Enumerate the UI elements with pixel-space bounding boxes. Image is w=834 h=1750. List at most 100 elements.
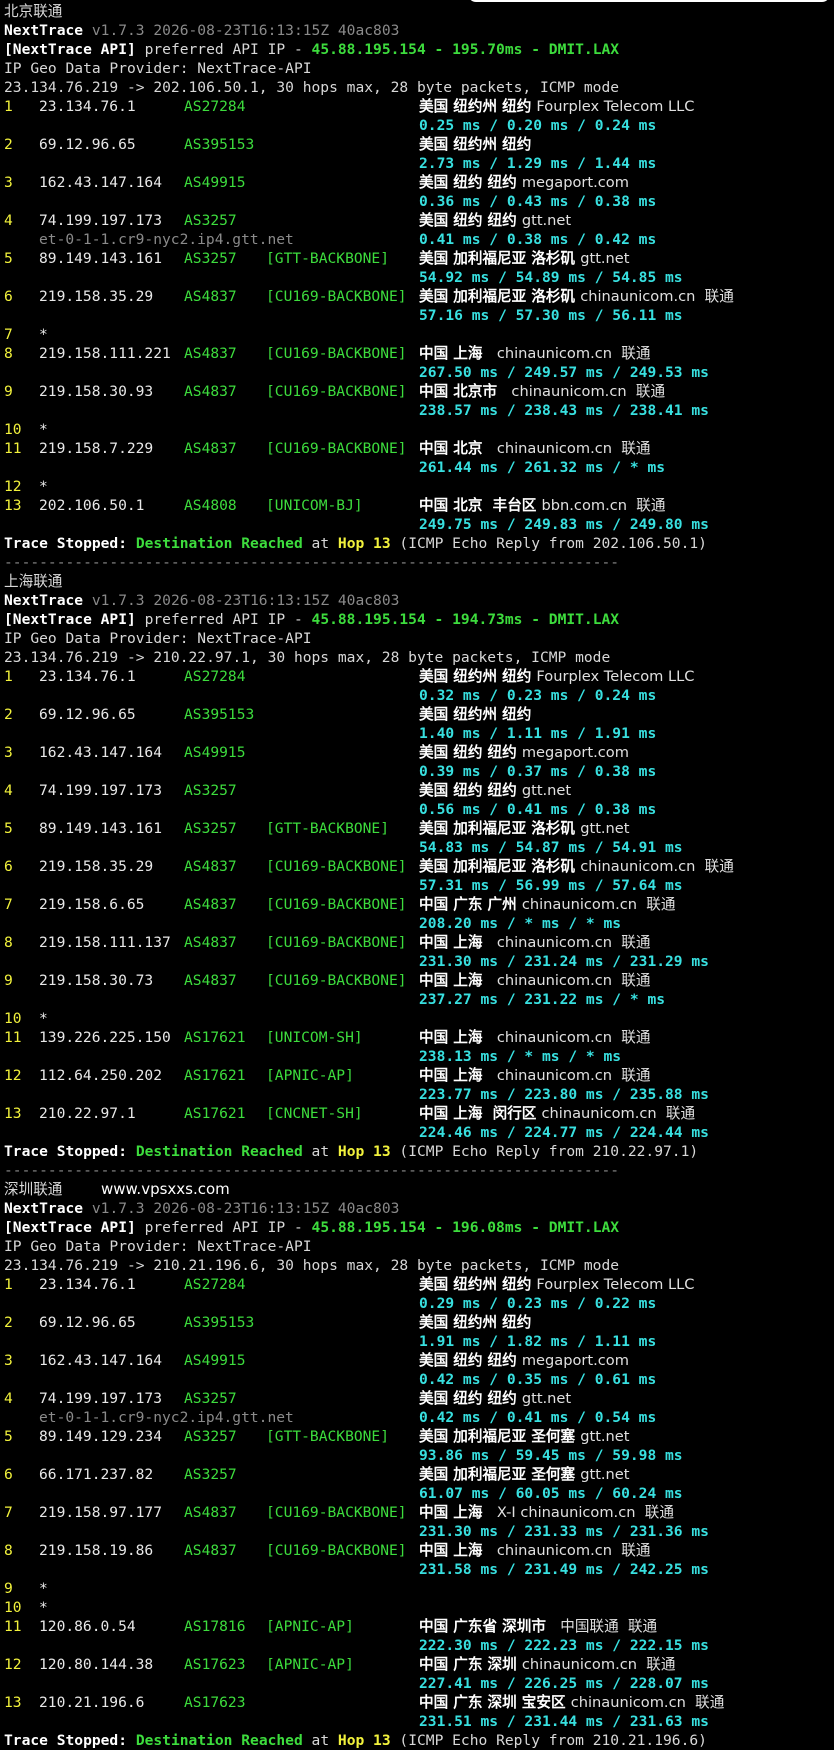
hop-row: 9 *	[4, 1579, 830, 1598]
hop-geo: 中国 广东 广州 chinaunicom.cn 联通	[419, 895, 675, 914]
hop-latency: 261.44 ms / 261.32 ms / * ms	[419, 459, 666, 476]
hop-detail-row: 231.30 ms / 231.24 ms / 231.29 ms	[4, 952, 830, 971]
hop-org: chinaunicom.cn 联通	[541, 1105, 696, 1122]
hop-row: 3 162.43.147.164 AS49915 美国 纽约 纽约 megaport.…	[4, 173, 830, 192]
app-name: NextTrace	[4, 1200, 84, 1217]
api-line: [NextTrace API] preferred API IP - 45.88…	[4, 1218, 830, 1237]
hop-number: 4	[4, 1390, 13, 1407]
hop-number: 5	[4, 820, 13, 837]
hop-ip: 89.149.143.161	[39, 820, 163, 837]
hop-latency: 223.77 ms / 223.80 ms / 235.88 ms	[419, 1086, 709, 1103]
hop-asn: AS17623	[184, 1656, 246, 1673]
hop-ip: 69.12.96.65	[39, 1314, 136, 1331]
hop-row: 5 89.149.143.161 AS3257 [GTT-BACKBONE] 美国 加利…	[4, 819, 830, 838]
hop-detail-row: 237.27 ms / 231.22 ms / * ms	[4, 990, 830, 1009]
hop-row: 2 69.12.96.65 AS395153 美国 纽约州 纽约	[4, 705, 830, 724]
version-text: v1.7.3 2026-08-23T16:13:15Z 40ac803	[91, 592, 400, 609]
watermark-text: www.vpsxxs.com	[101, 1180, 230, 1198]
hop-geo: 美国 纽约州 纽约 Fourplex Telecom LLC	[419, 1275, 695, 1294]
hop-row: 12 *	[4, 477, 830, 496]
hop-row: 8 219.158.111.221 AS4837 [CU169-BACKBONE] 中国…	[4, 344, 830, 363]
hop-detail-row: 208.20 ms / * ms / * ms	[4, 914, 830, 933]
hop-asn: AS4837	[184, 1542, 237, 1559]
hop-number: 1	[4, 98, 13, 115]
hop-geo-text: 美国 纽约州 纽约	[419, 98, 532, 115]
hop-geo-text: 中国 广东省 深圳市	[419, 1618, 546, 1635]
hop-org: Fourplex Telecom LLC	[536, 1276, 695, 1293]
hop-ip: 74.199.197.173	[39, 782, 163, 799]
hop-org: chinaunicom.cn 联通	[487, 345, 651, 362]
hop-latency: 231.30 ms / 231.24 ms / 231.29 ms	[419, 953, 709, 970]
hop-row: 10 *	[4, 1009, 830, 1028]
hop-ip: 23.134.76.1	[39, 1276, 136, 1293]
hop-geo-text: 美国 加利福尼亚 洛杉矶	[419, 250, 576, 267]
hop-geo-text: 美国 加利福尼亚 洛杉矶	[419, 858, 576, 875]
hop-row: 13 210.22.97.1 AS17621 [CNCNET-SH] 中国 上海 闵行区…	[4, 1104, 830, 1123]
hop-asn: AS3257	[184, 1466, 237, 1483]
hop-number: 9	[4, 383, 13, 400]
hop-asn: AS17621	[184, 1029, 246, 1046]
hop-org: chinaunicom.cn 联通	[487, 1067, 651, 1084]
hop-number: 11	[4, 440, 22, 457]
hop-latency: 0.41 ms / 0.38 ms / 0.42 ms	[419, 231, 657, 248]
section-separator: ----------------------------------------…	[4, 554, 620, 571]
hop-ip: *	[39, 421, 48, 438]
hop-org: chinaunicom.cn 联通	[487, 440, 651, 457]
trace-stopped-line: Trace Stopped: Destination Reached at Ho…	[4, 1731, 830, 1750]
api-ms: 196.08ms	[452, 1219, 523, 1236]
hop-number: 5	[4, 250, 13, 267]
destination-reached: Destination Reached	[135, 1143, 303, 1160]
hop-latency: 0.42 ms / 0.41 ms / 0.54 ms	[419, 1409, 657, 1426]
section-separator: ----------------------------------------…	[4, 1162, 620, 1179]
hop-geo: 美国 加利福尼亚 洛杉矶 gtt.net	[419, 249, 630, 268]
app-name: NextTrace	[4, 22, 84, 39]
trace-stopped-label: Trace Stopped:	[4, 535, 128, 552]
hop-row: 1 23.134.76.1 AS27284 美国 纽约州 纽约 Fourplex Te…	[4, 97, 830, 116]
hop-org: chinaunicom.cn 联通	[487, 972, 651, 989]
hop-detail-row: 224.46 ms / 224.77 ms / 224.44 ms	[4, 1123, 830, 1142]
hop-geo: 中国 上海 chinaunicom.cn 联通	[419, 344, 650, 363]
hop-asn: AS17623	[184, 1694, 246, 1711]
hop-asn: AS395153	[184, 136, 255, 153]
hop-ip: 219.158.35.29	[39, 858, 154, 875]
hop-geo: 美国 纽约 纽约 megaport.com	[419, 173, 629, 192]
api-text: preferred API IP -	[135, 41, 312, 58]
hop-asn: AS3257	[184, 820, 237, 837]
hop-row: 9 219.158.30.73 AS4837 [CU169-BACKBONE] 中国 上…	[4, 971, 830, 990]
hop-latency: 57.16 ms / 57.30 ms / 56.11 ms	[419, 307, 683, 324]
hop-row: 5 89.149.143.161 AS3257 [GTT-BACKBONE] 美国 加利…	[4, 249, 830, 268]
hop-geo-text: 美国 纽约州 纽约	[419, 1276, 532, 1293]
hop-org: Fourplex Telecom LLC	[536, 668, 695, 685]
hop-detail-row: 238.57 ms / 238.43 ms / 238.41 ms	[4, 401, 830, 420]
hop-number: 10	[4, 421, 22, 438]
hop-detail-row: 222.30 ms / 222.23 ms / 222.15 ms	[4, 1636, 830, 1655]
hop-row: 10 *	[4, 1598, 830, 1617]
stop-hop: Hop 13	[337, 1143, 391, 1160]
hop-row: 12 112.64.250.202 AS17621 [APNIC-AP] 中国 上海 c…	[4, 1066, 830, 1085]
hop-geo: 美国 纽约 纽约 gtt.net	[419, 1389, 571, 1408]
api-dash: -	[425, 1219, 453, 1236]
hop-geo: 美国 加利福尼亚 洛杉矶 chinaunicom.cn 联通	[419, 857, 734, 876]
hop-geo-text: 中国 广东 广州	[419, 896, 517, 913]
hop-number: 10	[4, 1010, 22, 1027]
hop-latency: 2.73 ms / 1.29 ms / 1.44 ms	[419, 155, 657, 172]
hop-number: 7	[4, 1504, 13, 1521]
hop-geo-text: 美国 纽约州 纽约	[419, 1314, 532, 1331]
hop-number: 12	[4, 1067, 22, 1084]
hop-asn: AS4837	[184, 972, 237, 989]
hop-detail-row: 93.86 ms / 59.45 ms / 59.98 ms	[4, 1446, 830, 1465]
stop-hop: Hop 13	[337, 535, 391, 552]
hop-number: 4	[4, 212, 13, 229]
hop-org: chinaunicom.cn 联通	[487, 1029, 651, 1046]
trace-info-line: 23.134.76.219 -> 202.106.50.1, 30 hops m…	[4, 79, 620, 96]
hop-latency: 231.51 ms / 231.44 ms / 231.63 ms	[419, 1713, 709, 1730]
hop-org: gtt.net	[580, 250, 630, 267]
hop-detail-row: 57.16 ms / 57.30 ms / 56.11 ms	[4, 306, 830, 325]
hop-ip: 112.64.250.202	[39, 1067, 163, 1084]
hop-detail-row: 0.25 ms / 0.20 ms / 0.24 ms	[4, 116, 830, 135]
hop-geo-text: 中国 上海	[419, 1542, 483, 1559]
hop-detail-row: 2.73 ms / 1.29 ms / 1.44 ms	[4, 154, 830, 173]
hop-backbone: [CU169-BACKBONE]	[266, 383, 407, 400]
hop-ip: 219.158.111.221	[39, 345, 171, 362]
hop-geo-text: 美国 纽约 纽约	[419, 212, 517, 229]
